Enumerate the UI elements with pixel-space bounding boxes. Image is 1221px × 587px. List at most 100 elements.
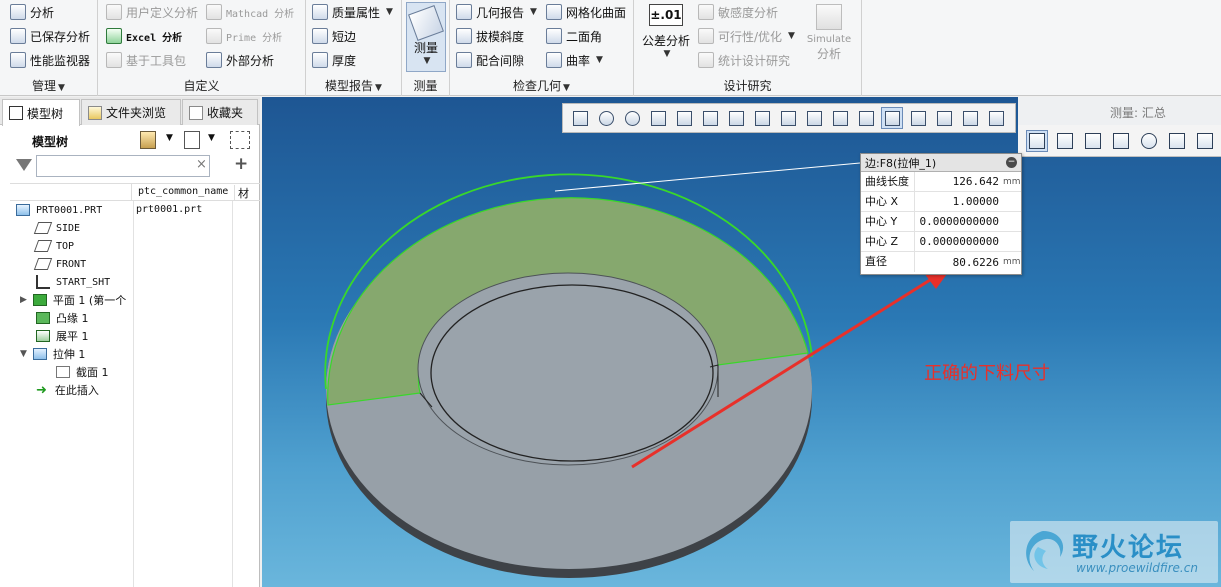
datum-display-button[interactable] (803, 107, 825, 129)
thickness-button[interactable]: 厚度 (312, 49, 356, 71)
tree-item-section[interactable]: 截面 1 (56, 363, 109, 381)
search-row: × + (0, 153, 260, 179)
collapse-icon[interactable]: − (1006, 157, 1017, 168)
tree-item-datum-side[interactable]: SIDE (33, 219, 80, 237)
leader-line (554, 162, 861, 192)
result-row-center-y: 中心 Y 0.0000000000 (861, 211, 1021, 232)
geometry-report-button[interactable]: 几何报告 ▼ (456, 1, 537, 23)
tree-item-insert-here[interactable]: ➜ 在此插入 (36, 381, 99, 399)
point-display-button[interactable] (881, 107, 903, 129)
spin-center-icon (780, 110, 796, 126)
graphics-viewport[interactable]: 测量: 汇总 边:F8(拉伸_1) − 曲线长度 126.642 mm 中心 X 1.… (262, 97, 1221, 587)
tree-item-plane[interactable]: ▶ 平面 1 (第一个 (20, 291, 126, 309)
simulate-icon (816, 4, 842, 30)
tab-model-tree[interactable]: 模型树 (2, 99, 80, 126)
measure-length-button[interactable] (1026, 129, 1048, 152)
analysis-button[interactable]: 分析 (10, 1, 54, 23)
sensitivity-analysis-button[interactable]: 敏感度分析 (698, 1, 778, 23)
result-row-curve-length: 曲线长度 126.642 mm (861, 171, 1021, 192)
short-edge-button[interactable]: 短边 (312, 25, 356, 47)
tree-settings-icon[interactable] (140, 131, 156, 149)
tree-item-flange[interactable]: 凸缘 1 (36, 309, 89, 327)
measure-distance-button[interactable] (1082, 130, 1104, 152)
measure-angle-button[interactable] (1110, 130, 1132, 152)
saved-analysis-button[interactable]: 已保存分析 (10, 25, 90, 47)
meshed-surface-button[interactable]: 网格化曲面 (546, 1, 626, 23)
clear-search-icon[interactable]: × (196, 157, 207, 172)
diameter-icon (1141, 132, 1157, 149)
optimization-icon (698, 28, 714, 44)
display-style-button[interactable] (673, 107, 695, 129)
curvature-button[interactable]: 曲率 ▼ (546, 49, 603, 71)
performance-monitor-button[interactable]: 性能监视器 (10, 49, 90, 71)
sensitivity-icon (698, 4, 714, 20)
collapse-arrow-icon[interactable]: ▼ (20, 349, 27, 359)
tree-columns-icon[interactable] (184, 131, 200, 149)
measure-area-button[interactable] (1166, 130, 1188, 152)
excel-analysis-button[interactable]: Excel 分析 (106, 25, 182, 47)
mating-clearance-button[interactable]: 配合间隙 (456, 49, 524, 71)
tree-item-part[interactable]: PRT0001.PRT (16, 201, 102, 219)
tolerance-analysis-button[interactable]: ±.01 公差分析 ▼ (640, 4, 692, 59)
refit-icon (572, 110, 588, 126)
refit-button[interactable] (569, 107, 591, 129)
zoom-in-button[interactable] (595, 107, 617, 129)
repaint-icon (650, 110, 666, 126)
annotation-display-button[interactable] (933, 107, 955, 129)
column-header-material[interactable]: 材 (234, 185, 249, 201)
zoom-out-icon (624, 110, 640, 126)
perspective-button[interactable] (751, 107, 773, 129)
measure-diameter-button[interactable] (1138, 130, 1160, 152)
prime-analysis-button[interactable]: Prime 分析 (206, 25, 282, 47)
expand-arrow-icon[interactable]: ▶ (20, 295, 27, 305)
appearance-button[interactable] (985, 107, 1007, 129)
csys-display-button[interactable] (907, 107, 929, 129)
tree-item-part-common-name: prt0001.prt (136, 204, 203, 215)
measure-summary-label: 测量: 汇总 (1110, 106, 1166, 120)
statistical-design-study-button[interactable]: 统计设计研究 (698, 49, 790, 71)
model-tree-panel: 模型树 文件夹浏览 收藏夹 模型树 ▼ ▼ × + ptc_common_nam… (0, 97, 260, 587)
area-icon (1169, 132, 1185, 149)
external-analysis-button[interactable]: 外部分析 (206, 49, 274, 71)
tree-column-headers: ptc_common_name 材 (10, 183, 260, 201)
chevron-down-icon[interactable]: ▼ (208, 133, 215, 143)
plane-display-button[interactable] (829, 107, 851, 129)
spin-center-button[interactable] (777, 107, 799, 129)
search-input[interactable] (36, 155, 210, 177)
draft-angle-button[interactable]: 拔模斜度 (456, 25, 524, 47)
feasibility-optimization-button[interactable]: 可行性/优化 ▼ (698, 25, 795, 47)
tree-item-extrude[interactable]: ▼ 拉伸 1 (20, 345, 85, 363)
measure-curve-button[interactable] (1054, 130, 1076, 152)
tolerance-icon: ±.01 (649, 4, 683, 26)
toolkit-based-button[interactable]: 基于工具包 (106, 49, 186, 71)
model-display-button[interactable] (959, 107, 981, 129)
user-defined-analysis-button[interactable]: 用户定义分析 (106, 1, 198, 23)
tree-item-csys[interactable]: START_SHT (36, 273, 110, 291)
add-filter-icon[interactable]: + (234, 154, 248, 174)
dihedral-angle-button[interactable]: 二面角 (546, 25, 602, 47)
datum-plane-icon (33, 240, 53, 252)
tree-item-datum-front[interactable]: FRONT (33, 255, 86, 273)
group-measure: 测量 ▼ 测量 (402, 0, 450, 96)
zoom-out-button[interactable] (621, 107, 643, 129)
flange-icon (36, 312, 50, 324)
mass-properties-button[interactable]: 质量属性 ▼ (312, 1, 393, 23)
tree-item-unbend[interactable]: 展平 1 (36, 327, 89, 345)
mathcad-analysis-button[interactable]: Mathcad 分析 (206, 1, 294, 23)
group-design-study: ±.01 公差分析 ▼ 敏感度分析 可行性/优化 ▼ 统计设计研究 Simulat… (634, 0, 862, 96)
repaint-button[interactable] (647, 107, 669, 129)
chevron-down-icon[interactable]: ▼ (166, 133, 173, 143)
tree-item-datum-top[interactable]: TOP (33, 237, 74, 255)
measure-volume-button[interactable] (1194, 130, 1216, 152)
filter-icon[interactable] (16, 159, 32, 171)
tree-filter-visibility-icon[interactable] (230, 131, 250, 149)
column-header-name[interactable] (10, 184, 132, 201)
saved-orientations-button[interactable] (699, 107, 721, 129)
column-header-common-name[interactable]: ptc_common_name (138, 186, 228, 197)
view-manager-button[interactable] (725, 107, 747, 129)
axis-display-button[interactable] (855, 107, 877, 129)
tab-folder-browser[interactable]: 文件夹浏览 (81, 99, 181, 125)
measure-button[interactable]: 测量 ▼ (406, 2, 446, 72)
tab-favorites[interactable]: 收藏夹 (182, 99, 258, 125)
simulate-analysis-button[interactable]: Simulate 分析 (802, 4, 856, 62)
